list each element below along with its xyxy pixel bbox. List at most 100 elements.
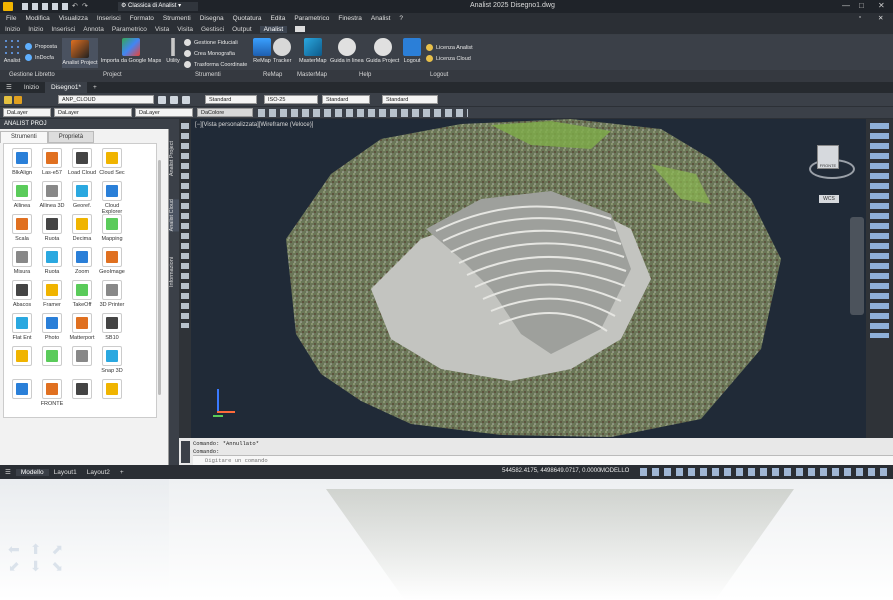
trasforma-coordinate-button[interactable]: Trasforma Coordinate	[184, 61, 247, 68]
mleader-style-dropdown[interactable]: Standard	[382, 95, 438, 104]
file-tab-disegno1[interactable]: Disegno1*	[45, 82, 88, 93]
mastermap-button[interactable]: MasterMap	[299, 38, 327, 64]
layout-tab-layout1[interactable]: Layout1	[49, 469, 82, 476]
save-icon[interactable]	[42, 3, 48, 10]
tab-analist[interactable]: Analist	[259, 25, 288, 33]
workspace-selector[interactable]: ⚙ Classica di Analist ▾	[118, 2, 198, 11]
menu-formato[interactable]: Formato	[130, 15, 154, 22]
command-line-toggle-icon[interactable]	[181, 441, 190, 463]
text-style-dropdown[interactable]: Standard	[205, 95, 257, 104]
palette-tool[interactable]: Scala	[6, 214, 38, 242]
palette-tool[interactable]: Cloud Explorer	[96, 181, 128, 215]
logout-button[interactable]: Logout	[403, 38, 421, 64]
palette-tab-strumenti[interactable]: Strumenti	[0, 131, 48, 143]
viewcube[interactable]: FRONTE	[803, 139, 855, 189]
tab-inizio-2[interactable]: Inizio	[28, 26, 43, 33]
guida-in-linea-button[interactable]: Guida in linea	[330, 38, 364, 64]
importa-google-maps-button[interactable]: Importa da Google Maps	[100, 38, 162, 64]
palette-tool[interactable]: 3D Printer	[96, 280, 128, 308]
file-tab-inizio[interactable]: Inizio	[18, 82, 45, 93]
menu-analist[interactable]: Analist	[371, 15, 391, 22]
menu-help[interactable]: ?	[399, 15, 403, 22]
palette-tool[interactable]: Mapping	[96, 214, 128, 242]
palette-tool[interactable]: Abacos	[6, 280, 38, 308]
table-style-dropdown[interactable]: Standard	[322, 95, 370, 104]
print-icon[interactable]	[62, 3, 68, 10]
navigation-bar[interactable]	[850, 217, 864, 315]
side-tab-informazioni[interactable]: Informazioni	[169, 257, 179, 287]
palette-tool[interactable]: Snap 3D	[96, 346, 128, 374]
saveas-icon[interactable]	[52, 3, 58, 10]
palette-tool[interactable]	[6, 379, 38, 401]
palette-tool[interactable]	[6, 346, 38, 368]
palette-tool[interactable]: Zoom	[66, 247, 98, 275]
palette-tool[interactable]	[96, 379, 128, 401]
palette-tool[interactable]: Cloud Sec	[96, 148, 128, 176]
lineweight-dropdown[interactable]: DaLayer	[135, 108, 193, 117]
side-tab-analist-project[interactable]: Analist Project	[169, 141, 179, 176]
menu-visualizza[interactable]: Visualizza	[59, 15, 88, 22]
palette-tool[interactable]: Flat Ent	[6, 313, 38, 341]
close-button[interactable]: ✕	[878, 1, 885, 10]
redo-icon[interactable]: ↷	[82, 3, 88, 10]
palette-tool[interactable]: Misura	[6, 247, 38, 275]
palette-tool[interactable]: Decima	[66, 214, 98, 242]
tracker-button[interactable]: Tracker	[273, 38, 291, 64]
layout-tab-layout2[interactable]: Layout2	[82, 469, 115, 476]
doc-close-button[interactable]: ✕	[878, 14, 883, 22]
palette-scrollbar[interactable]	[158, 160, 161, 395]
wcs-menu[interactable]: WCS	[819, 195, 839, 203]
tab-inserisci[interactable]: Inserisci	[51, 26, 75, 33]
tab-annota[interactable]: Annota	[83, 26, 104, 33]
tab-vista[interactable]: Vista	[155, 26, 169, 33]
layer-iso-icon[interactable]	[170, 96, 178, 104]
tab-gestisci[interactable]: Gestisci	[201, 26, 224, 33]
palette-tool[interactable]: Photo	[36, 313, 68, 341]
undo-icon[interactable]: ↶	[72, 3, 78, 10]
status-toggles-strip[interactable]	[640, 468, 888, 476]
palette-tool[interactable]: Georef.	[66, 181, 98, 209]
hamburger-menu-icon[interactable]: ☰	[0, 82, 18, 93]
plotstyle-dropdown[interactable]: DaColore	[197, 108, 253, 117]
licenza-cloud-button[interactable]: Licenza Cloud	[426, 55, 471, 62]
menu-modifica[interactable]: Modifica	[25, 15, 49, 22]
palette-tool[interactable]: GeoImage	[96, 247, 128, 275]
palette-tool[interactable]: Load Cloud	[66, 148, 98, 176]
drawing-viewport[interactable]: FRONTE WCS	[191, 119, 866, 441]
color-dropdown[interactable]: DaLayer	[3, 108, 51, 117]
ribbon-options-icon[interactable]	[295, 26, 306, 32]
space-mode[interactable]: MODELLO	[600, 468, 629, 474]
side-tab-analist-cloud[interactable]: Analist Cloud	[169, 199, 179, 232]
palette-tab-proprieta[interactable]: Proprietà	[47, 131, 95, 143]
new-icon[interactable]	[22, 3, 28, 10]
menu-edita[interactable]: Edita	[271, 15, 286, 22]
palette-tool[interactable]: BlkAlign	[6, 148, 38, 176]
palette-tool[interactable]: Ruota	[36, 214, 68, 242]
palette-tool[interactable]: TakeOff	[66, 280, 98, 308]
app-logo-icon[interactable]	[3, 2, 13, 11]
dim-style-dropdown[interactable]: ISO-25	[264, 95, 318, 104]
restore-button[interactable]: ▫	[859, 14, 861, 21]
palette-tool[interactable]: Las-e57	[36, 148, 68, 176]
modify-tools-strip[interactable]	[870, 123, 889, 338]
menu-inserisci[interactable]: Inserisci	[97, 15, 121, 22]
new-tab-icon[interactable]: +	[87, 82, 103, 93]
palette-tool[interactable]: Allinea 3D	[36, 181, 68, 209]
crea-monografia-button[interactable]: Crea Monografia	[184, 50, 235, 57]
menu-finestra[interactable]: Finestra	[338, 15, 361, 22]
palette-tool[interactable]	[66, 346, 98, 368]
open-icon[interactable]	[32, 3, 38, 10]
palette-tool[interactable]: SB10	[96, 313, 128, 341]
maximize-button[interactable]: □	[859, 1, 864, 10]
tab-inizio[interactable]: Inizio	[5, 26, 20, 33]
tab-parametrico[interactable]: Parametrico	[112, 26, 147, 33]
licenza-analist-button[interactable]: Licenza Analist	[426, 44, 473, 51]
palette-tool[interactable]: Matterport	[66, 313, 98, 341]
analist-button[interactable]: Analist	[3, 38, 21, 64]
utility-button[interactable]: Utility	[164, 38, 182, 64]
proposta-button[interactable]: Proposta	[25, 43, 57, 50]
palette-tool[interactable]	[36, 346, 68, 368]
tab-output[interactable]: Output	[232, 26, 252, 33]
draw-tools-strip[interactable]	[181, 123, 189, 328]
add-layout-icon[interactable]: +	[115, 469, 129, 476]
